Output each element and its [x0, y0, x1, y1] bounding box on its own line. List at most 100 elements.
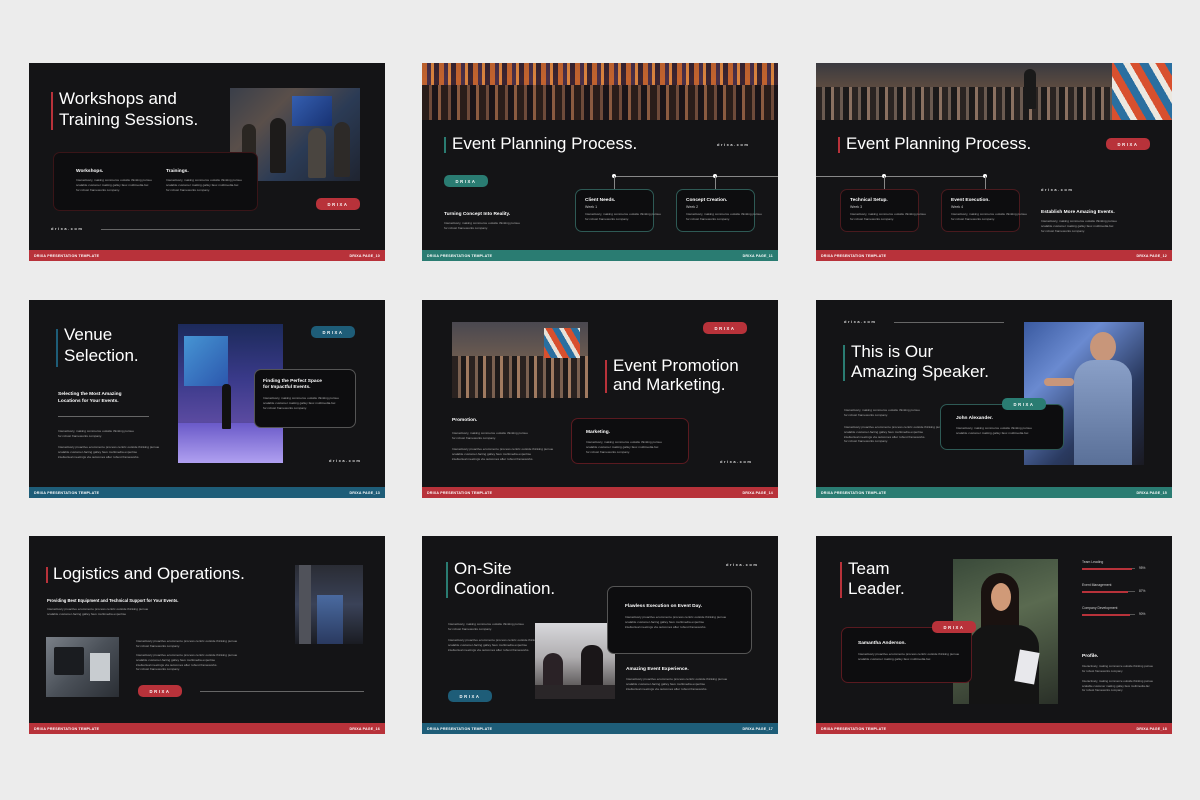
- footer-left: DRIXA PRESENTATION TEMPLATE: [34, 726, 100, 731]
- divider: [58, 416, 149, 417]
- promotion-text: Interactively proactive ecommerce proces…: [452, 447, 554, 461]
- timeline-stem: [884, 176, 885, 189]
- footer-page: DRIXA PAGE_15: [1136, 490, 1167, 495]
- venue-card: Finding the Perfect Space for Impactful E…: [254, 369, 356, 428]
- slide-title: This is Our Amazing Speaker.: [851, 342, 989, 381]
- footer-bar: DRIXA PRESENTATION TEMPLATE DRIXA PAGE_1…: [422, 250, 778, 261]
- drixa-button[interactable]: DRIXA: [444, 175, 488, 187]
- step-title: Concept Creation.: [686, 198, 728, 203]
- card-text: Interactively proactive ecommerce proces…: [858, 652, 960, 661]
- timeline-line: [614, 176, 778, 177]
- profile-heading: Profile.: [1082, 654, 1099, 659]
- footer-bar: DRIXA PRESENTATION TEMPLATE DRIXA PAGE_1…: [816, 250, 1172, 261]
- footer-bar: DRIXA PRESENTATION TEMPLATE DRIXA PAGE_1…: [29, 723, 385, 734]
- website-text: drixa.com: [717, 142, 750, 147]
- drixa-button[interactable]: DRIXA: [138, 685, 182, 697]
- drixa-button[interactable]: DRIXA: [1002, 398, 1046, 410]
- step-week: Week 3: [850, 205, 863, 209]
- logistics-text: Interactively proactive ecommerce proces…: [136, 653, 238, 672]
- card-text: Interactively, making commerce outside t…: [586, 440, 662, 454]
- slide-venue-selection[interactable]: Venue Selection. Selecting the Most Amazi…: [29, 300, 385, 498]
- profile-text: Interactively, making commerce outside t…: [1082, 679, 1153, 692]
- timeline-stem: [985, 176, 986, 189]
- step-title: Client Needs.: [585, 198, 616, 203]
- slide-event-promotion[interactable]: DRIXA Event Promotion and Marketing. Prom…: [422, 300, 778, 498]
- execution-card: Flawless Execution on Event Day. Interac…: [607, 586, 752, 654]
- footer-left: DRIXA PRESENTATION TEMPLATE: [821, 253, 887, 258]
- experience-heading: Amazing Event Experience.: [626, 667, 689, 672]
- footer-bar: DRIXA PRESENTATION TEMPLATE DRIXA PAGE_1…: [816, 723, 1172, 734]
- title-accent-bar: [838, 137, 840, 153]
- divider: [200, 691, 364, 692]
- divider: [101, 229, 360, 230]
- coordination-text: Interactively, making commerce outside t…: [448, 622, 524, 631]
- drixa-button[interactable]: DRIXA: [1106, 138, 1150, 150]
- slide-logistics[interactable]: Logistics and Operations. Providing Best…: [29, 536, 385, 734]
- conference-photo: [452, 322, 588, 398]
- drixa-button[interactable]: DRIXA: [932, 621, 976, 633]
- footer-page: DRIXA PAGE_16: [349, 726, 380, 731]
- card-heading-workshops: Workshops.: [76, 169, 104, 174]
- slide-onsite-coordination[interactable]: On-Site Coordination. drixa.com Interacti…: [422, 536, 778, 734]
- promotion-text: Interactively, making commerce outside t…: [452, 431, 528, 440]
- logistics-text: Interactively proactive ecommerce proces…: [136, 639, 238, 648]
- step-text: Interactively, making commerce outside t…: [951, 212, 1027, 221]
- experience-text: Interactively proactive ecommerce proces…: [626, 677, 728, 691]
- slide-workshops[interactable]: Workshops and Training Sessions. Workshop…: [29, 63, 385, 261]
- card-heading-marketing: Marketing.: [586, 430, 610, 435]
- footer-page: DRIXA PAGE_18: [1136, 726, 1167, 731]
- promotion-heading: Promotion.: [452, 418, 478, 423]
- footer-bar: DRIXA PRESENTATION TEMPLATE DRIXA PAGE_1…: [29, 250, 385, 261]
- audience-photo: [816, 63, 1172, 120]
- intro-text: Interactively, making commerce outside t…: [1041, 219, 1117, 233]
- footer-left: DRIXA PRESENTATION TEMPLATE: [427, 253, 493, 258]
- step-card-technical-setup: Technical Setup. Week 3 Interactively, m…: [840, 189, 926, 232]
- skill-label: Company Development: [1082, 606, 1118, 610]
- drixa-button[interactable]: DRIXA: [448, 690, 492, 702]
- drixa-button[interactable]: DRIXA: [703, 322, 747, 334]
- footer-left: DRIXA PRESENTATION TEMPLATE: [821, 726, 887, 731]
- slide-title: Event Promotion and Marketing.: [613, 356, 739, 395]
- speaker-card: John Alexander. Interactively, making co…: [940, 404, 1064, 450]
- footer-left: DRIXA PRESENTATION TEMPLATE: [427, 490, 493, 495]
- skill-fill: [1082, 591, 1129, 593]
- timeline-line: [816, 176, 987, 177]
- footer-left: DRIXA PRESENTATION TEMPLATE: [34, 490, 100, 495]
- step-title: Event Execution.: [951, 198, 990, 203]
- slide-speaker[interactable]: drixa.com This is Our Amazing Speaker. In…: [816, 300, 1172, 498]
- slide-event-planning-2[interactable]: Event Planning Process. DRIXA drixa.com …: [816, 63, 1172, 261]
- website-text: drixa.com: [51, 226, 84, 231]
- leader-card: Samantha Anderson. Interactively proacti…: [841, 627, 972, 683]
- footer-page: DRIXA PAGE_13: [349, 490, 380, 495]
- skill-value: 90%: [1139, 612, 1146, 616]
- card-text: Interactively, making commerce outside t…: [166, 178, 242, 192]
- step-card-concept-creation: Concept Creation. Week 2 Interactively, …: [676, 189, 762, 232]
- footer-page: DRIXA PAGE_10: [349, 253, 380, 258]
- footer-page: DRIXA PAGE_17: [742, 726, 773, 731]
- footer-left: DRIXA PRESENTATION TEMPLATE: [34, 253, 100, 258]
- title-accent-bar: [56, 329, 58, 367]
- footer-page: DRIXA PAGE_11: [742, 253, 773, 258]
- footer-left: DRIXA PRESENTATION TEMPLATE: [821, 490, 887, 495]
- intro-heading: Establish More Amazing Events.: [1041, 210, 1115, 215]
- logistics-subtitle: Providing Best Equipment and Technical S…: [47, 598, 179, 603]
- card-heading-trainings: Trainings.: [166, 169, 189, 174]
- title-accent-bar: [51, 92, 53, 130]
- title-accent-bar: [605, 360, 607, 393]
- slide-event-planning-1[interactable]: Event Planning Process. DRIXA drixa.com …: [422, 63, 778, 261]
- title-accent-bar: [444, 137, 446, 153]
- step-text: Interactively, making commerce outside t…: [686, 212, 762, 221]
- slide-title: Workshops and Training Sessions.: [59, 89, 199, 129]
- website-text: drixa.com: [1041, 187, 1074, 192]
- step-card-event-execution: Event Execution. Week 4 Interactively, m…: [941, 189, 1027, 232]
- venue-text: Interactively, making commerce outside t…: [58, 429, 134, 438]
- skill-value: 87%: [1139, 589, 1146, 593]
- slide-team-leader[interactable]: Team Leader. Samantha Anderson. Interacti…: [816, 536, 1172, 734]
- drixa-button[interactable]: DRIXA: [311, 326, 355, 338]
- timeline-stem: [614, 176, 615, 189]
- step-week: Week 4: [951, 205, 964, 209]
- staff-photo: [295, 565, 363, 644]
- step-text: Interactively, making commerce outside t…: [850, 212, 926, 221]
- website-text: drixa.com: [726, 562, 759, 567]
- drixa-button[interactable]: DRIXA: [316, 198, 360, 210]
